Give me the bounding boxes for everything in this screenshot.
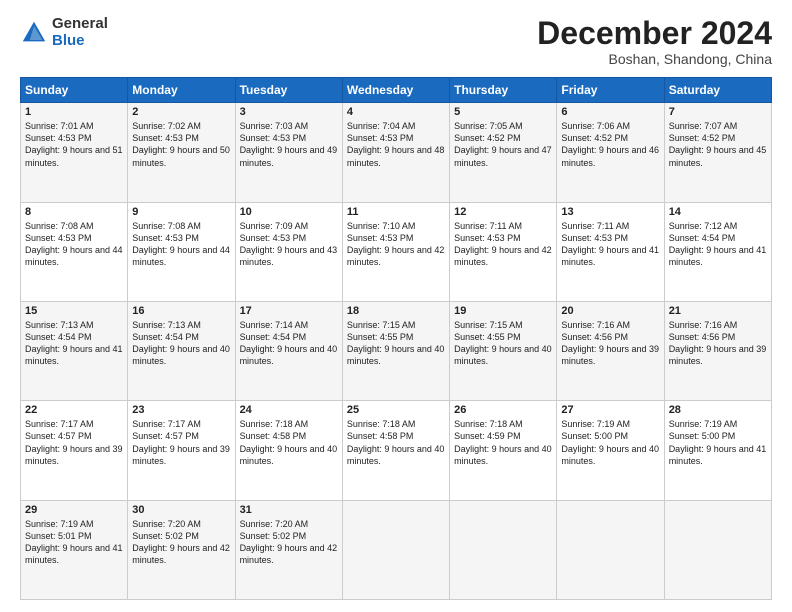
calendar-body: 1Sunrise: 7:01 AMSunset: 4:53 PMDaylight… xyxy=(21,103,772,600)
table-cell: 15Sunrise: 7:13 AMSunset: 4:54 PMDayligh… xyxy=(21,301,128,400)
calendar-row: 8Sunrise: 7:08 AMSunset: 4:53 PMDaylight… xyxy=(21,202,772,301)
table-cell xyxy=(664,500,771,599)
table-cell: 30Sunrise: 7:20 AMSunset: 5:02 PMDayligh… xyxy=(128,500,235,599)
calendar-row: 29Sunrise: 7:19 AMSunset: 5:01 PMDayligh… xyxy=(21,500,772,599)
table-cell: 13Sunrise: 7:11 AMSunset: 4:53 PMDayligh… xyxy=(557,202,664,301)
calendar-header: Sunday Monday Tuesday Wednesday Thursday… xyxy=(21,78,772,103)
table-cell: 2Sunrise: 7:02 AMSunset: 4:53 PMDaylight… xyxy=(128,103,235,202)
table-cell: 6Sunrise: 7:06 AMSunset: 4:52 PMDaylight… xyxy=(557,103,664,202)
table-cell: 9Sunrise: 7:08 AMSunset: 4:53 PMDaylight… xyxy=(128,202,235,301)
calendar-row: 15Sunrise: 7:13 AMSunset: 4:54 PMDayligh… xyxy=(21,301,772,400)
table-cell: 3Sunrise: 7:03 AMSunset: 4:53 PMDaylight… xyxy=(235,103,342,202)
table-cell: 4Sunrise: 7:04 AMSunset: 4:53 PMDaylight… xyxy=(342,103,449,202)
table-cell: 18Sunrise: 7:15 AMSunset: 4:55 PMDayligh… xyxy=(342,301,449,400)
title-block: December 2024 Boshan, Shandong, China xyxy=(537,16,772,67)
table-cell xyxy=(450,500,557,599)
logo-blue-text: Blue xyxy=(52,33,108,50)
table-cell: 1Sunrise: 7:01 AMSunset: 4:53 PMDaylight… xyxy=(21,103,128,202)
page: General Blue December 2024 Boshan, Shand… xyxy=(0,0,792,612)
table-cell: 12Sunrise: 7:11 AMSunset: 4:53 PMDayligh… xyxy=(450,202,557,301)
calendar: Sunday Monday Tuesday Wednesday Thursday… xyxy=(20,77,772,600)
table-cell: 23Sunrise: 7:17 AMSunset: 4:57 PMDayligh… xyxy=(128,401,235,500)
table-cell: 22Sunrise: 7:17 AMSunset: 4:57 PMDayligh… xyxy=(21,401,128,500)
table-cell xyxy=(557,500,664,599)
table-cell: 14Sunrise: 7:12 AMSunset: 4:54 PMDayligh… xyxy=(664,202,771,301)
calendar-table: Sunday Monday Tuesday Wednesday Thursday… xyxy=(20,77,772,600)
col-sunday: Sunday xyxy=(21,78,128,103)
col-thursday: Thursday xyxy=(450,78,557,103)
table-cell: 29Sunrise: 7:19 AMSunset: 5:01 PMDayligh… xyxy=(21,500,128,599)
table-cell: 31Sunrise: 7:20 AMSunset: 5:02 PMDayligh… xyxy=(235,500,342,599)
logo: General Blue xyxy=(20,16,108,49)
table-cell: 20Sunrise: 7:16 AMSunset: 4:56 PMDayligh… xyxy=(557,301,664,400)
logo-general-text: General xyxy=(52,16,108,33)
calendar-row: 1Sunrise: 7:01 AMSunset: 4:53 PMDaylight… xyxy=(21,103,772,202)
table-cell: 10Sunrise: 7:09 AMSunset: 4:53 PMDayligh… xyxy=(235,202,342,301)
table-cell: 26Sunrise: 7:18 AMSunset: 4:59 PMDayligh… xyxy=(450,401,557,500)
table-cell: 17Sunrise: 7:14 AMSunset: 4:54 PMDayligh… xyxy=(235,301,342,400)
logo-icon xyxy=(20,19,48,47)
calendar-row: 22Sunrise: 7:17 AMSunset: 4:57 PMDayligh… xyxy=(21,401,772,500)
table-cell: 24Sunrise: 7:18 AMSunset: 4:58 PMDayligh… xyxy=(235,401,342,500)
col-wednesday: Wednesday xyxy=(342,78,449,103)
table-cell: 19Sunrise: 7:15 AMSunset: 4:55 PMDayligh… xyxy=(450,301,557,400)
logo-text: General Blue xyxy=(52,16,108,49)
table-cell: 5Sunrise: 7:05 AMSunset: 4:52 PMDaylight… xyxy=(450,103,557,202)
header-row: Sunday Monday Tuesday Wednesday Thursday… xyxy=(21,78,772,103)
col-tuesday: Tuesday xyxy=(235,78,342,103)
table-cell: 16Sunrise: 7:13 AMSunset: 4:54 PMDayligh… xyxy=(128,301,235,400)
table-cell: 25Sunrise: 7:18 AMSunset: 4:58 PMDayligh… xyxy=(342,401,449,500)
month-title: December 2024 xyxy=(537,16,772,51)
location: Boshan, Shandong, China xyxy=(537,51,772,67)
col-monday: Monday xyxy=(128,78,235,103)
table-cell: 8Sunrise: 7:08 AMSunset: 4:53 PMDaylight… xyxy=(21,202,128,301)
table-cell xyxy=(342,500,449,599)
col-friday: Friday xyxy=(557,78,664,103)
table-cell: 7Sunrise: 7:07 AMSunset: 4:52 PMDaylight… xyxy=(664,103,771,202)
col-saturday: Saturday xyxy=(664,78,771,103)
header: General Blue December 2024 Boshan, Shand… xyxy=(20,16,772,67)
table-cell: 11Sunrise: 7:10 AMSunset: 4:53 PMDayligh… xyxy=(342,202,449,301)
table-cell: 28Sunrise: 7:19 AMSunset: 5:00 PMDayligh… xyxy=(664,401,771,500)
table-cell: 21Sunrise: 7:16 AMSunset: 4:56 PMDayligh… xyxy=(664,301,771,400)
table-cell: 27Sunrise: 7:19 AMSunset: 5:00 PMDayligh… xyxy=(557,401,664,500)
